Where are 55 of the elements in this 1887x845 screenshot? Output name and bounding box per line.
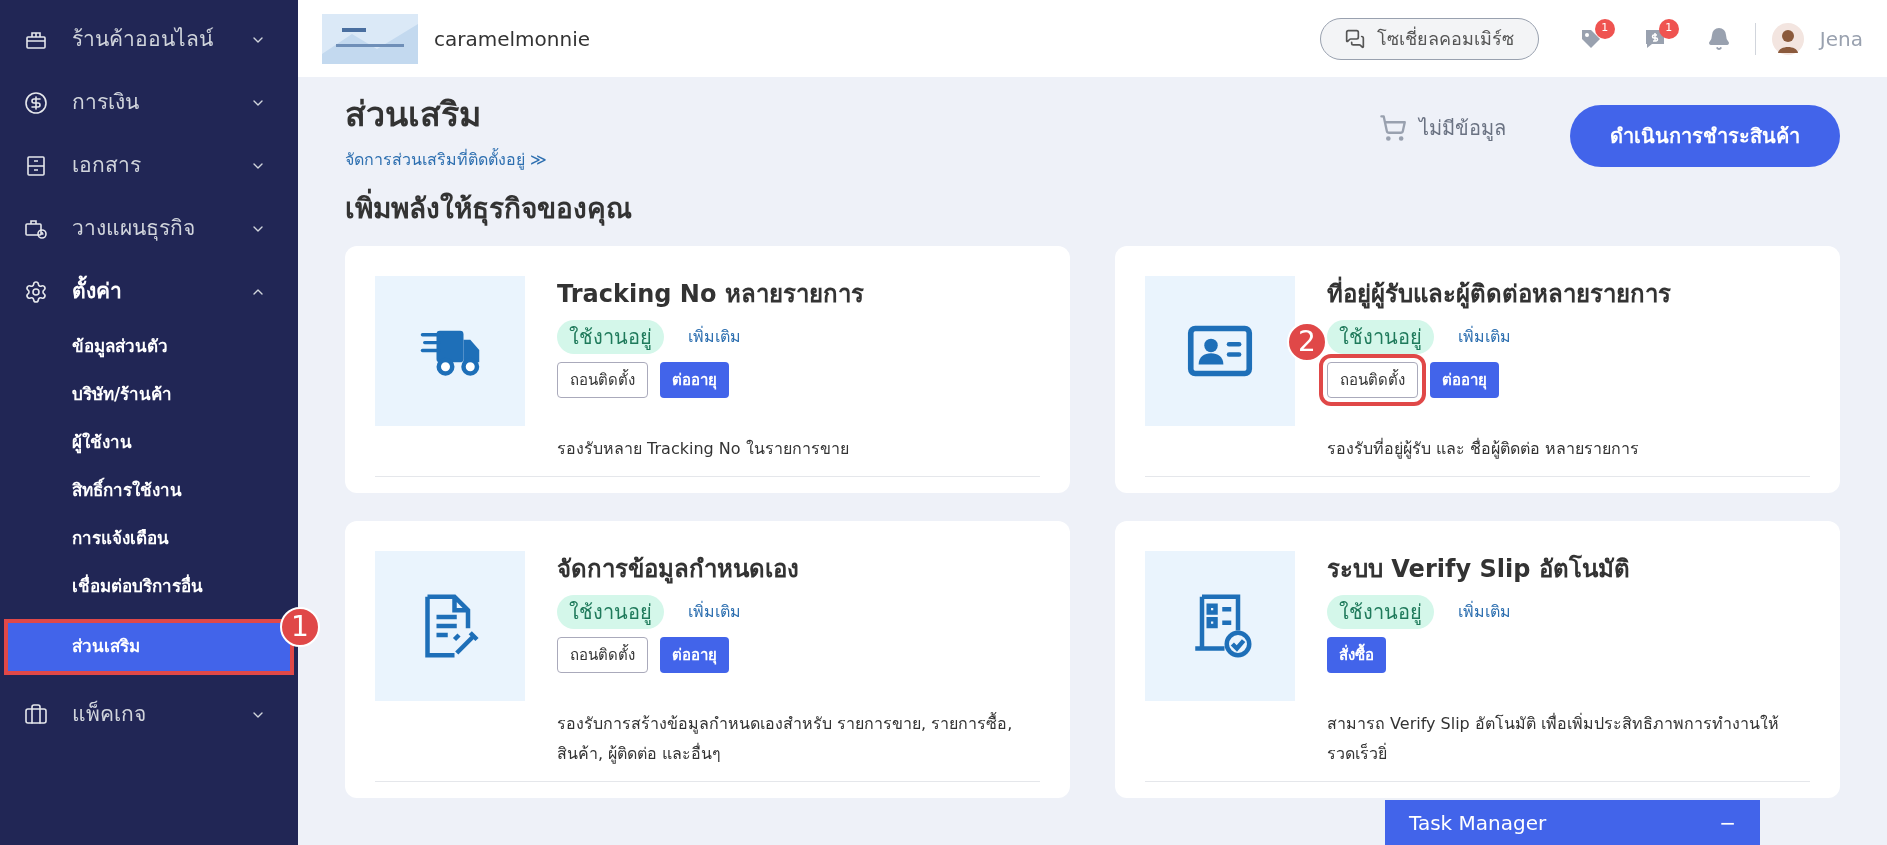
section-title: เพิ่มพลังให้ธุรกิจของคุณ (345, 188, 1840, 230)
more-link[interactable]: เพิ่มเติม (688, 600, 741, 624)
social-commerce-button[interactable]: โซเชี่ยลคอมเมิร์ซ (1319, 17, 1539, 60)
shop-name: caramelmonnie (434, 25, 591, 53)
addon-title: Tracking No หลายรายการ (557, 279, 864, 310)
step-marker: 2 (1287, 322, 1327, 362)
renew-button[interactable]: สั่งซื้อ (1327, 637, 1386, 673)
sidebar-item[interactable]: ตั้งค่า (0, 260, 298, 323)
submenu-item[interactable]: การแจ้งเตือน (8, 515, 290, 563)
submenu-item[interactable]: สิทธิ์การใช้งาน (8, 467, 290, 515)
cabinet-icon (24, 153, 48, 178)
user-name: Jena (1819, 25, 1863, 53)
addon-description: สามารถ Verify Slip อัตโนมัติ เพื่อเพิ่มประสิทธิภาพการทำงานให้ รวดเร็วยิ่ (1327, 712, 1780, 765)
status-badge: ใช้งานอยู่ (557, 320, 664, 354)
cart-status: ไม่มีข้อมูล (1419, 115, 1506, 143)
addon-description: รองรับหลาย Tracking No ในรายการขาย (557, 438, 850, 460)
sidebar-item[interactable]: แพ็คเกจ (0, 683, 298, 746)
sidebar-item[interactable]: ร้านค้าออนไลน์ (0, 8, 298, 71)
minimize-toggle[interactable]: − (1719, 807, 1736, 838)
addon-description: รองรับที่อยู่ผู้รับ และ ชื่อผู้ติดต่อ หลายรายการ (1327, 437, 1641, 461)
sidebar-item[interactable]: วางแผนธุรกิจ (0, 197, 298, 260)
submenu-item[interactable]: ผู้ใช้งาน (8, 419, 290, 467)
dollar-icon (24, 90, 48, 115)
cart-icon[interactable] (1379, 114, 1407, 142)
addon-title: ระบบ Verify Slip อัตโนมัติ (1327, 553, 1630, 585)
renew-button[interactable]: ต่ออายุ (660, 362, 729, 398)
settings-icon (24, 279, 48, 304)
avatar[interactable] (1771, 22, 1804, 55)
count-badge: 1 (1658, 18, 1679, 39)
uninstall-button[interactable]: ถอนติดตั้ง (557, 637, 648, 673)
page-title: ส่วนเสริม (345, 93, 482, 136)
manage-addons-link[interactable]: จัดการส่วนเสริมที่ติดตั้งอยู่ ≫ (345, 148, 547, 172)
addon-title: ที่อยู่ผู้รับและผู้ติดต่อหลายรายการ (1327, 276, 1671, 312)
more-link[interactable]: เพิ่มเติม (688, 325, 741, 349)
chat-icon (1344, 28, 1365, 49)
checkout-button[interactable]: ดำเนินการชำระสินค้า (1570, 105, 1840, 167)
addon-title: จัดการข้อมูลกำหนดเอง (557, 554, 799, 586)
status-badge: ใช้งานอยู่ (1327, 320, 1434, 354)
count-badge: 1 (1594, 18, 1615, 39)
more-link[interactable]: เพิ่มเติม (1458, 600, 1511, 624)
submenu-item[interactable]: บริษัท/ร้านค้า (8, 371, 290, 419)
submenu-item[interactable]: ข้อมูลส่วนตัว (8, 323, 290, 371)
addon-description: รองรับการสร้างข้อมูลกำหนดเองสำหรับ รายการขาย, รายการซื้อ, สินค้า, ผู้ติดต่อ และอื่นๆ (557, 711, 1014, 766)
task-manager-bar[interactable]: Task Manager − (1385, 800, 1760, 845)
status-badge: ใช้งานอยู่ (1327, 595, 1434, 629)
status-badge: ใช้งานอยู่ (557, 595, 664, 629)
renew-button[interactable]: ต่ออายุ (1430, 362, 1499, 398)
uninstall-button[interactable]: ถอนติดตั้ง (557, 362, 648, 398)
more-link[interactable]: เพิ่มเติม (1458, 325, 1511, 349)
sidebar-item[interactable]: เอกสาร (0, 134, 298, 197)
renew-button[interactable]: ต่ออายุ (660, 637, 729, 673)
briefcase-icon (24, 702, 48, 727)
sidebar-item[interactable]: การเงิน (0, 71, 298, 134)
task-manager-title: Task Manager (1409, 809, 1548, 837)
bell-icon[interactable] (1706, 26, 1731, 51)
